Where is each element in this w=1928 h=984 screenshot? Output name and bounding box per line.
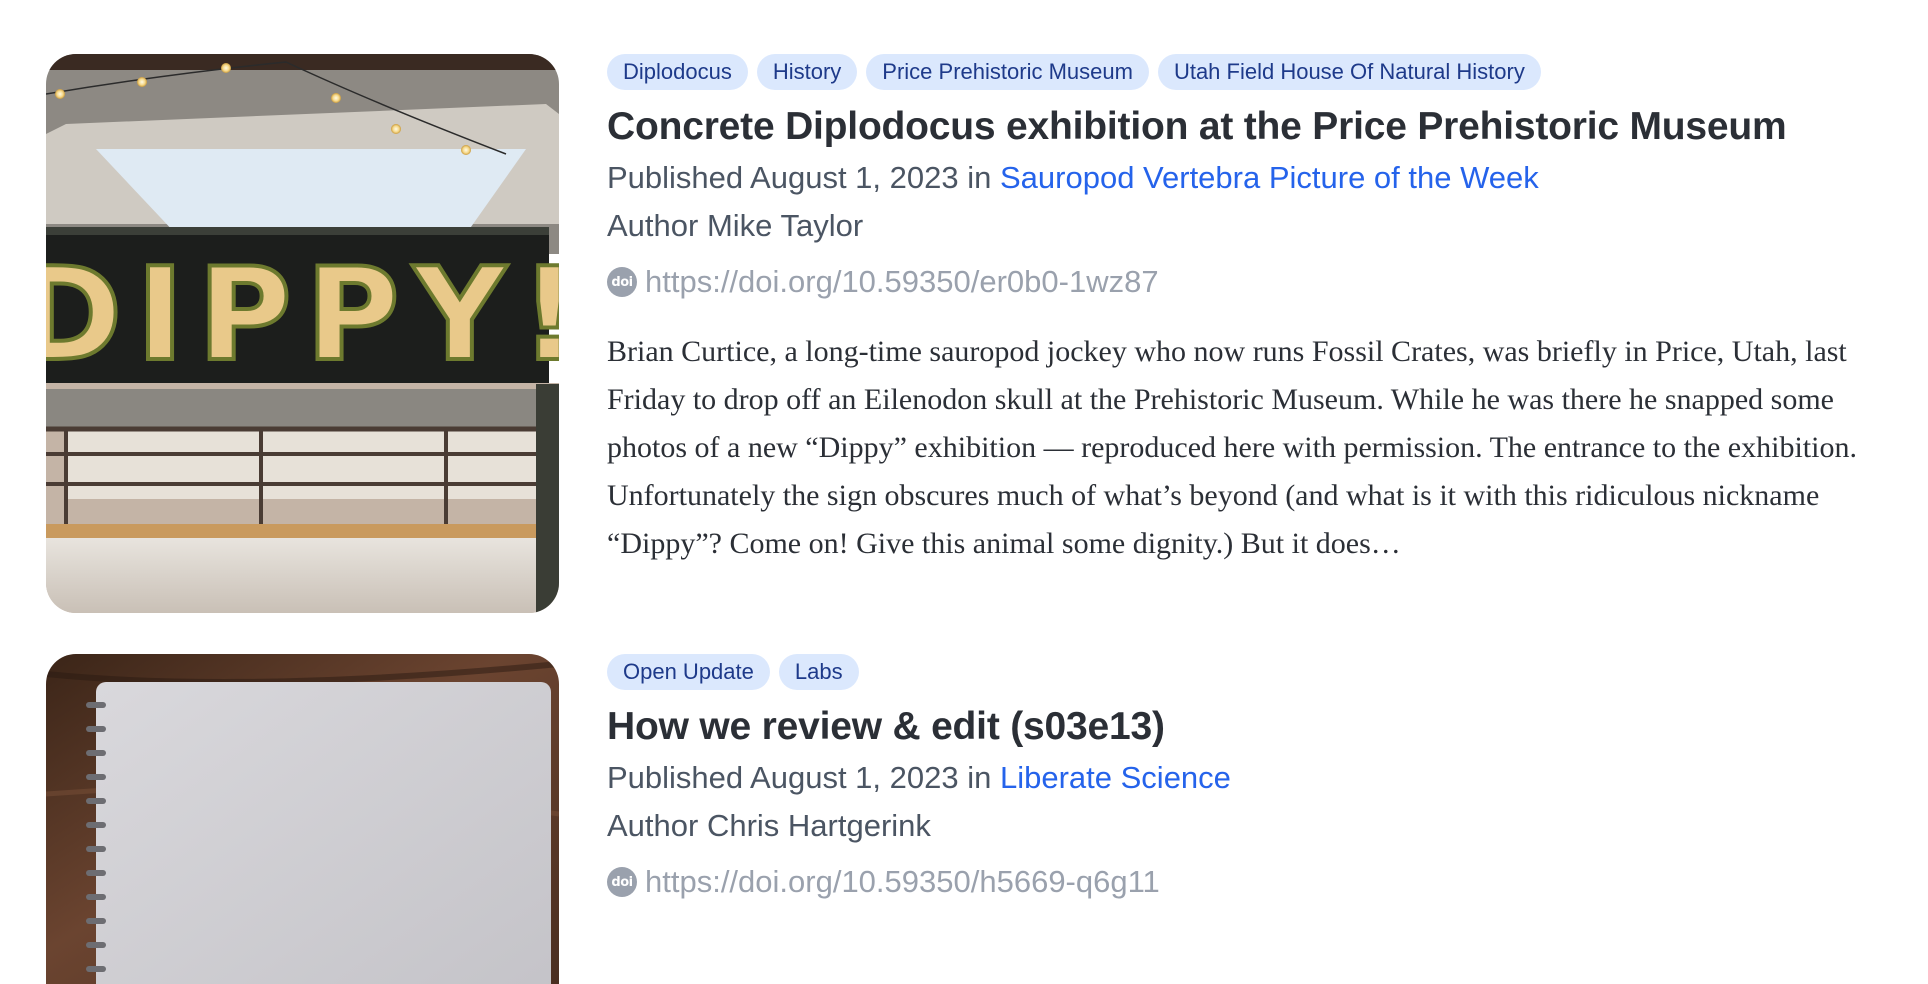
post-thumbnail[interactable] (46, 654, 559, 984)
blog-link[interactable]: Sauropod Vertebra Picture of the Week (1000, 160, 1539, 195)
tag-chip[interactable]: Open Update (607, 654, 770, 690)
author-line: Author Mike Taylor (607, 208, 864, 243)
doi-row: doi https://doi.org/10.59350/h5669-q6g11 (607, 862, 1897, 902)
tag-list: Open Update Labs (607, 654, 1897, 690)
doi-icon: doi (607, 867, 637, 897)
published-date-text: Published August 1, 2023 in (607, 760, 992, 795)
sign-text: DIPPY! (46, 241, 559, 390)
doi-link[interactable]: https://doi.org/10.59350/er0b0-1wz87 (645, 262, 1159, 302)
doi-link[interactable]: https://doi.org/10.59350/h5669-q6g11 (645, 862, 1160, 902)
post-title[interactable]: How we review & edit (s03e13) (607, 704, 1897, 750)
tag-chip[interactable]: Labs (778, 654, 859, 690)
author-line: Author Chris Hartgerink (607, 808, 931, 843)
post-content: Diplodocus History Price Prehistoric Mus… (607, 54, 1897, 568)
doi-icon: doi (607, 267, 637, 297)
published-line: Published August 1, 2023 in Sauropod Ver… (607, 158, 1897, 198)
tag-chip[interactable]: Utah Field House Of Natural History (1157, 54, 1541, 90)
tag-chip[interactable]: Diplodocus (607, 54, 748, 90)
post-thumbnail[interactable]: DIPPY! (46, 54, 559, 613)
post-content: Open Update Labs How we review & edit (s… (607, 654, 1897, 902)
post-title[interactable]: Concrete Diplodocus exhibition at the Pr… (607, 104, 1897, 150)
tag-chip[interactable]: Price Prehistoric Museum (866, 54, 1149, 90)
tag-chip[interactable]: History (756, 54, 858, 90)
doi-row: doi https://doi.org/10.59350/er0b0-1wz87 (607, 262, 1897, 302)
published-date-text: Published August 1, 2023 in (607, 160, 992, 195)
tag-list: Diplodocus History Price Prehistoric Mus… (607, 54, 1897, 90)
published-line: Published August 1, 2023 in Liberate Sci… (607, 758, 1897, 798)
post-summary: Brian Curtice, a long-time sauropod jock… (607, 335, 1857, 560)
blog-link[interactable]: Liberate Science (1000, 760, 1231, 795)
